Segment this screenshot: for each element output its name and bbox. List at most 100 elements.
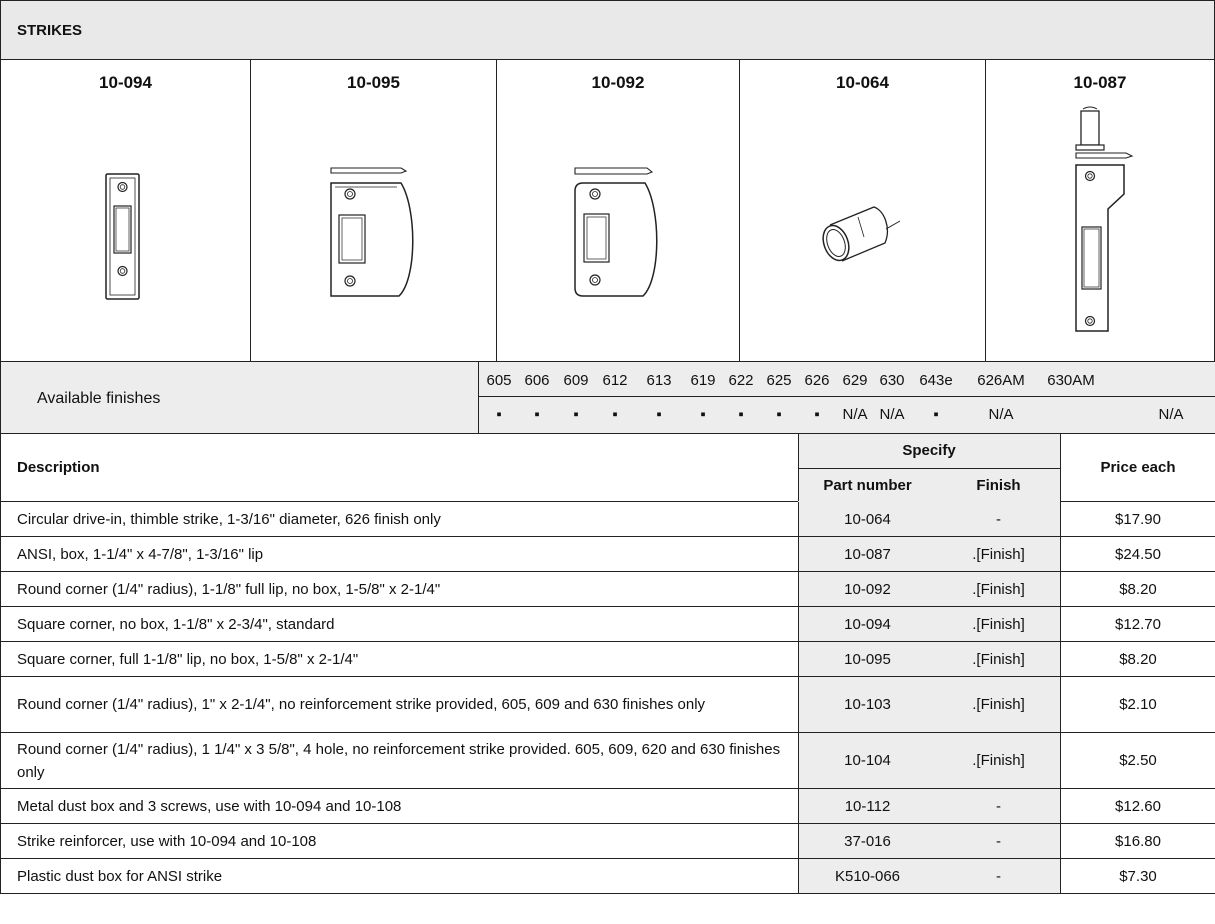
row-description: Round corner (1/4" radius), 1-1/8" full … [17, 580, 441, 598]
row-part-number: 37-016 [844, 832, 891, 850]
row-price: $2.10 [1119, 696, 1157, 713]
finish-code: 626AM [977, 372, 1025, 389]
row-price: $16.80 [1115, 832, 1161, 850]
strike-10-092-illustration [574, 167, 658, 297]
finish-code: 613 [646, 372, 672, 389]
row-price: $2.50 [1119, 752, 1157, 769]
row-finish: - [996, 797, 1001, 815]
row-price: $8.20 [1119, 650, 1157, 668]
finish-availability: N/A [842, 406, 868, 423]
row-price: $8.20 [1119, 580, 1157, 598]
finish-availability: ▪ [656, 406, 662, 423]
strikes-section: STRIKES 10-094 10-095 10-092 10-064 10-0… [0, 0, 1215, 924]
row-part-number: 10-112 [844, 797, 891, 815]
row-description: Circular drive-in, thimble strike, 1-3/1… [17, 510, 441, 528]
strike-10-087-illustration [1075, 106, 1134, 332]
description-header: Description [17, 459, 100, 476]
finish-availability: ▪ [814, 406, 820, 423]
row-price: $7.30 [1119, 867, 1157, 885]
finish-header: Finish [976, 477, 1021, 494]
finish-availability: ▪ [776, 406, 782, 423]
row-part-number: 10-103 [844, 696, 891, 713]
row-finish: .[Finish] [972, 580, 1025, 598]
finish-availability: ▪ [496, 406, 502, 423]
price-table-header: Description Specify Part number Finish P… [0, 434, 1215, 502]
finish-code: 609 [563, 372, 589, 389]
row-part-number: 10-092 [844, 580, 891, 598]
finish-availability: N/A [1158, 406, 1184, 423]
row-description: Metal dust box and 3 screws, use with 10… [17, 797, 402, 815]
product-card-10-095: 10-095 [250, 59, 496, 362]
finish-code: 626 [804, 372, 830, 389]
row-finish: .[Finish] [972, 650, 1025, 668]
row-price: $17.90 [1115, 510, 1161, 528]
strike-10-064-illustration [822, 206, 901, 262]
finish-availability: ▪ [738, 406, 744, 423]
row-part-number: K510-066 [834, 867, 901, 885]
section-header: STRIKES [0, 0, 1215, 60]
table-row: Round corner (1/4" radius), 1-1/8" full … [0, 572, 1215, 607]
row-part-number: 10-094 [844, 615, 891, 633]
finish-code: 643e [919, 372, 953, 389]
row-finish: .[Finish] [972, 615, 1025, 633]
divider [798, 468, 1060, 469]
row-part-number: 10-095 [844, 650, 891, 668]
row-description: Round corner (1/4" radius), 1" x 2-1/4",… [17, 696, 706, 713]
row-description: Round corner (1/4" radius), 1 1/4" x 3 5… [17, 740, 781, 781]
finish-availability: ▪ [700, 406, 706, 423]
table-row: Square corner, no box, 1-1/8" x 2-3/4", … [0, 607, 1215, 642]
product-card-10-094: 10-094 [0, 59, 250, 362]
strike-10-095-illustration [330, 167, 414, 297]
row-finish: .[Finish] [972, 696, 1025, 713]
row-description: Square corner, full 1-1/8" lip, no box, … [17, 650, 359, 668]
finish-availability: ▪ [933, 406, 939, 423]
section-title: STRIKES [17, 21, 83, 39]
table-row: Round corner (1/4" radius), 1 1/4" x 3 5… [0, 733, 1215, 789]
finish-availability: N/A [988, 406, 1014, 423]
finish-availability: ▪ [534, 406, 540, 423]
finish-code: 625 [766, 372, 792, 389]
row-part-number: 10-087 [844, 545, 891, 563]
row-finish: - [996, 510, 1001, 528]
row-description: Square corner, no box, 1-1/8" x 2-3/4", … [17, 615, 335, 633]
divider [478, 396, 1215, 397]
finish-code: 619 [690, 372, 716, 389]
product-card-10-064: 10-064 [739, 59, 985, 362]
row-finish: - [996, 832, 1001, 850]
row-price: $12.70 [1115, 615, 1161, 633]
divider [478, 362, 479, 434]
table-row: Circular drive-in, thimble strike, 1-3/1… [0, 502, 1215, 537]
finish-code: 606 [524, 372, 550, 389]
finishes-label: Available finishes [37, 390, 161, 407]
product-card-10-092: 10-092 [496, 59, 739, 362]
row-finish: .[Finish] [972, 545, 1025, 563]
row-price: $12.60 [1115, 797, 1161, 815]
row-part-number: 10-104 [844, 752, 891, 769]
row-part-number: 10-064 [844, 510, 891, 528]
finish-code: 629 [842, 372, 868, 389]
finish-code: 630AM [1047, 372, 1095, 389]
table-row: Strike reinforcer, use with 10-094 and 1… [0, 824, 1215, 859]
row-description: ANSI, box, 1-1/4" x 4-7/8", 1-3/16" lip [17, 545, 264, 563]
row-price: $24.50 [1115, 545, 1161, 563]
finish-code: 630 [879, 372, 905, 389]
table-row: ANSI, box, 1-1/4" x 4-7/8", 1-3/16" lip … [0, 537, 1215, 572]
part-number-header: Part number [823, 477, 912, 494]
price-each-header: Price each [1100, 459, 1176, 476]
table-row: Square corner, full 1-1/8" lip, no box, … [0, 642, 1215, 677]
table-row: Round corner (1/4" radius), 1" x 2-1/4",… [0, 677, 1215, 733]
finish-availability: N/A [879, 406, 905, 423]
finish-availability: ▪ [612, 406, 618, 423]
available-finishes-row: Available finishes 605 606 609 612 613 6… [0, 362, 1215, 434]
finish-availability: ▪ [573, 406, 579, 423]
row-finish: .[Finish] [972, 752, 1025, 769]
table-row: Plastic dust box for ANSI strike K510-06… [0, 859, 1215, 894]
row-description: Plastic dust box for ANSI strike [17, 867, 223, 885]
finish-code: 612 [602, 372, 628, 389]
specify-header: Specify [902, 442, 956, 459]
finish-code: 622 [728, 372, 754, 389]
table-row: Metal dust box and 3 screws, use with 10… [0, 789, 1215, 824]
product-card-10-087: 10-087 [985, 59, 1215, 362]
finish-code: 605 [486, 372, 512, 389]
strike-10-094-illustration [105, 173, 140, 300]
